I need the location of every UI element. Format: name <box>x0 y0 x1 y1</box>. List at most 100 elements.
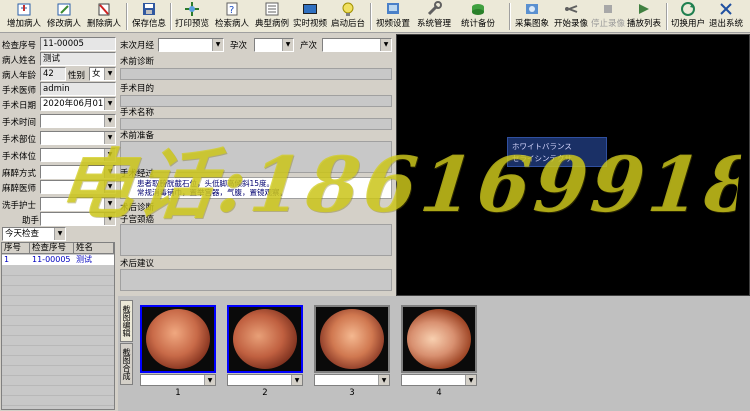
chevron-down-icon: ▼ <box>204 375 215 385</box>
thumbnail-select[interactable]: ▼ <box>401 374 477 386</box>
save-button[interactable]: 保存信息 <box>129 1 169 32</box>
patient-table: 序号 检查序号 姓名 1 11-00005 测试 <box>1 242 115 410</box>
video-settings-button[interactable]: 视频设置 <box>373 1 413 32</box>
sex-label: 性别 <box>68 71 86 81</box>
column-header-seq[interactable]: 序号 <box>2 243 30 254</box>
name-field[interactable]: 测试 <box>40 52 116 66</box>
chevron-down-icon: ▼ <box>380 39 391 51</box>
check-no-label: 检查序号 <box>2 41 37 51</box>
check-no-field[interactable]: 11-00005 <box>40 37 116 51</box>
print-preview-icon <box>184 1 200 17</box>
capture-image-icon <box>524 1 540 17</box>
thumbnail-number: 1 <box>175 388 181 398</box>
anesthesia-label: 麻醉方式 <box>2 169 37 179</box>
doctor-field[interactable]: admin <box>40 82 116 96</box>
sex-select[interactable]: 女 ▼ <box>89 67 116 81</box>
start-recording-icon <box>563 1 579 17</box>
date-picker[interactable]: 2020年06月01日 ▼ <box>40 97 116 111</box>
search-patient-icon: ? <box>224 1 240 17</box>
table-cell-name: 测试 <box>76 255 92 264</box>
preop-diagnosis-field[interactable] <box>120 68 392 80</box>
toolbar-separator <box>126 3 128 30</box>
birth-select[interactable]: ▼ <box>322 38 392 52</box>
last-period-label: 末次月经 <box>120 41 155 51</box>
background-service-icon <box>340 1 356 17</box>
playlist-button[interactable]: 播放列表 <box>624 1 664 32</box>
playlist-icon <box>636 1 652 17</box>
live-video-icon <box>302 1 318 17</box>
start-recording-button[interactable]: 开始录像 <box>551 1 591 32</box>
doctor-label: 手术医师 <box>2 86 37 96</box>
site-label: 手术部位 <box>2 135 37 145</box>
chevron-down-icon: ▼ <box>465 375 476 385</box>
statistics-backup-button[interactable]: 统计备份 <box>457 1 499 32</box>
edit-patient-icon <box>56 1 72 17</box>
table-cell-seq: 1 <box>4 255 10 264</box>
search-patient-button[interactable]: ? 检索病人 <box>212 1 252 32</box>
print-preview-button[interactable]: 打印预览 <box>172 1 212 32</box>
background-service-button[interactable]: 启动后台 <box>328 1 368 32</box>
save-icon <box>141 1 157 17</box>
age-field[interactable]: 42 <box>40 67 66 81</box>
typical-case-icon <box>264 1 280 17</box>
add-patient-button[interactable]: 增加病人 <box>4 1 44 32</box>
purpose-label: 手术目的 <box>120 84 155 94</box>
thumbnail-item[interactable]: ▼ 1 <box>140 305 216 398</box>
thumbnail-item[interactable]: ▼ 3 <box>314 305 390 398</box>
check-no-row: 检查序号 11-00005 <box>2 37 116 52</box>
delete-patient-button[interactable]: 删除病人 <box>84 1 124 32</box>
chevron-down-icon: ▼ <box>291 375 302 385</box>
endoscope-image <box>314 305 390 373</box>
anesthetist-label: 麻醉医师 <box>2 184 37 194</box>
last-period-select[interactable]: ▼ <box>158 38 224 52</box>
chevron-down-icon: ▼ <box>378 375 389 385</box>
table-row[interactable]: 1 11-00005 测试 <box>2 255 114 265</box>
date-row: 手术日期 2020年06月01日 ▼ <box>2 97 116 112</box>
stop-recording-button: 停止录像 <box>588 1 628 32</box>
pregnancy-label: 孕次 <box>230 41 248 51</box>
chevron-down-icon: ▼ <box>104 68 115 80</box>
sex-value: 女 <box>92 69 101 79</box>
system-management-button[interactable]: 系统管理 <box>413 1 455 32</box>
tab-screenshot-compose[interactable]: 截图合成 <box>120 343 133 385</box>
age-label: 病人年龄 <box>2 71 37 81</box>
phone-watermark: 电话:18616991819 <box>53 140 745 229</box>
edit-patient-button[interactable]: 修改病人 <box>44 1 84 32</box>
thumbnail-item[interactable]: ▼ 4 <box>401 305 477 398</box>
thumbnail-strip: 截图编辑 截图合成 ▼ 1 ▼ 2 ▼ 3 ▼ 4 <box>118 296 750 411</box>
exit-button[interactable]: 退出系统 <box>706 1 746 32</box>
pregnancy-select[interactable]: ▼ <box>254 38 294 52</box>
age-row: 病人年龄 42 性别 女 ▼ <box>2 67 116 82</box>
name-label: 病人姓名 <box>2 56 37 66</box>
name-row: 病人姓名 测试 <box>2 52 116 67</box>
exam-filter-value: 今天检查 <box>5 229 40 239</box>
tab-screenshot-edit[interactable]: 截图编辑 <box>120 300 133 342</box>
advice-field[interactable] <box>120 269 392 291</box>
svg-text:?: ? <box>229 5 234 16</box>
statistics-backup-icon <box>470 1 486 17</box>
position-label: 手术体位 <box>2 152 37 162</box>
preop-diagnosis-label: 术前诊断 <box>120 57 155 67</box>
chevron-down-icon: ▼ <box>104 98 115 110</box>
switch-user-icon <box>680 1 696 17</box>
birth-label: 产次 <box>300 41 318 51</box>
purpose-field[interactable] <box>120 95 392 107</box>
date-value: 2020年06月01日 <box>43 99 112 109</box>
typical-case-button[interactable]: 典型病例 <box>252 1 292 32</box>
add-patient-icon <box>16 1 32 17</box>
thumbnail-select[interactable]: ▼ <box>227 374 303 386</box>
surgery-name-label: 手术名称 <box>120 108 155 118</box>
assistant-label: 助手 <box>22 216 40 226</box>
live-video-button[interactable]: 实时视频 <box>290 1 330 32</box>
chevron-down-icon: ▼ <box>282 39 293 51</box>
exit-icon <box>718 1 734 17</box>
table-cell-check-no: 11-00005 <box>32 255 71 264</box>
switch-user-button[interactable]: 切换用户 <box>668 1 708 32</box>
thumbnail-select[interactable]: ▼ <box>314 374 390 386</box>
table-empty-rows <box>2 266 114 408</box>
capture-image-button[interactable]: 采集图象 <box>512 1 552 32</box>
toolbar: 增加病人 修改病人 删除病人 保存信息 打印预览 ? 检索病人 典型病例 实时视… <box>0 0 750 33</box>
thumbnail-select[interactable]: ▼ <box>140 374 216 386</box>
thumbnail-item[interactable]: ▼ 2 <box>227 305 303 398</box>
endoscope-image <box>401 305 477 373</box>
